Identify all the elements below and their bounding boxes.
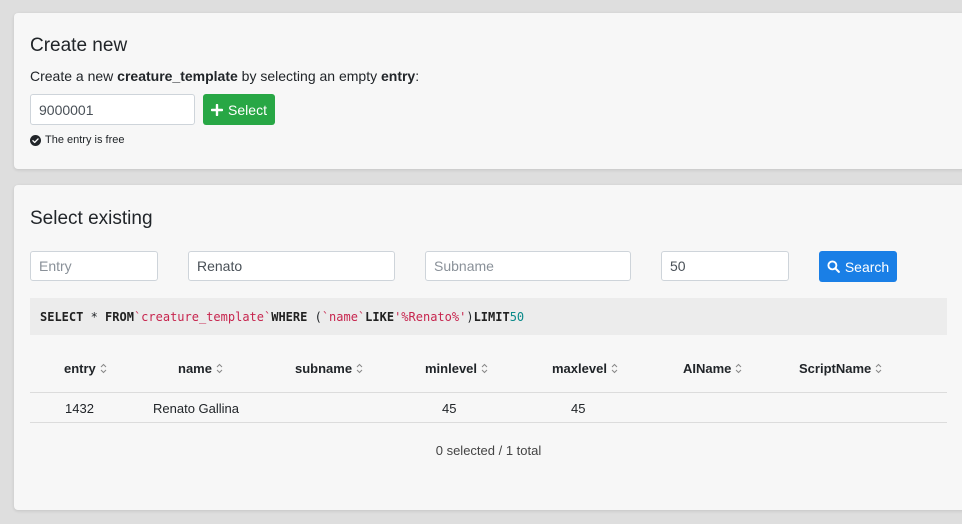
search-button[interactable]: Search [819, 251, 897, 282]
sort-icon [481, 363, 488, 374]
search-icon [827, 260, 840, 273]
cell-maxlevel: 45 [571, 401, 586, 416]
selection-summary: 0 selected / 1 total [435, 443, 542, 458]
sort-icon [735, 363, 742, 374]
create-new-title: Create new [30, 35, 128, 56]
subname-filter-input[interactable] [425, 251, 631, 281]
column-header-entry[interactable]: entry [64, 361, 107, 376]
select-existing-card: Select existing Search SELECT * FROM `cr… [14, 185, 962, 510]
table-name: creature_template [117, 68, 238, 84]
column-header-subname[interactable]: subname [295, 361, 363, 376]
entry-filter-input[interactable] [30, 251, 158, 281]
create-new-card: Create new Create a new creature_templat… [14, 13, 962, 169]
column-header-name[interactable]: name [178, 361, 223, 376]
entry-status-text: The entry is free [45, 134, 125, 146]
check-circle-icon [30, 134, 41, 146]
cell-name: Renato Gallina [153, 401, 239, 416]
sort-icon [216, 363, 223, 374]
limit-input[interactable] [661, 251, 789, 281]
select-button-label: Select [228, 101, 267, 118]
table-header: entry name subname minlevel maxlevel AIN… [30, 348, 947, 393]
cell-entry: 1432 [65, 401, 94, 416]
entry-status: The entry is free [30, 134, 124, 146]
column-header-ainame[interactable]: AIName [683, 361, 742, 376]
select-existing-title: Select existing [30, 208, 153, 229]
field-name: entry [380, 68, 416, 84]
cell-minlevel: 45 [442, 401, 457, 416]
sort-icon [875, 363, 882, 374]
results-table: entry name subname minlevel maxlevel AIN… [30, 348, 947, 423]
create-description: Create a new creature_template by select… [30, 68, 420, 84]
sort-icon [100, 363, 107, 374]
plus-icon [211, 103, 224, 116]
sort-icon [611, 363, 618, 374]
name-filter-input[interactable] [188, 251, 395, 281]
search-button-label: Search [844, 258, 890, 275]
table-row[interactable]: 1432 Renato Gallina 45 45 [30, 393, 947, 423]
new-entry-input[interactable] [30, 94, 195, 125]
select-button[interactable]: Select [203, 94, 275, 125]
sql-query: SELECT * FROM `creature_template` WHERE … [30, 298, 947, 335]
column-header-maxlevel[interactable]: maxlevel [552, 361, 618, 376]
sort-icon [356, 363, 363, 374]
column-header-scriptname[interactable]: ScriptName [799, 361, 882, 376]
column-header-minlevel[interactable]: minlevel [425, 361, 488, 376]
